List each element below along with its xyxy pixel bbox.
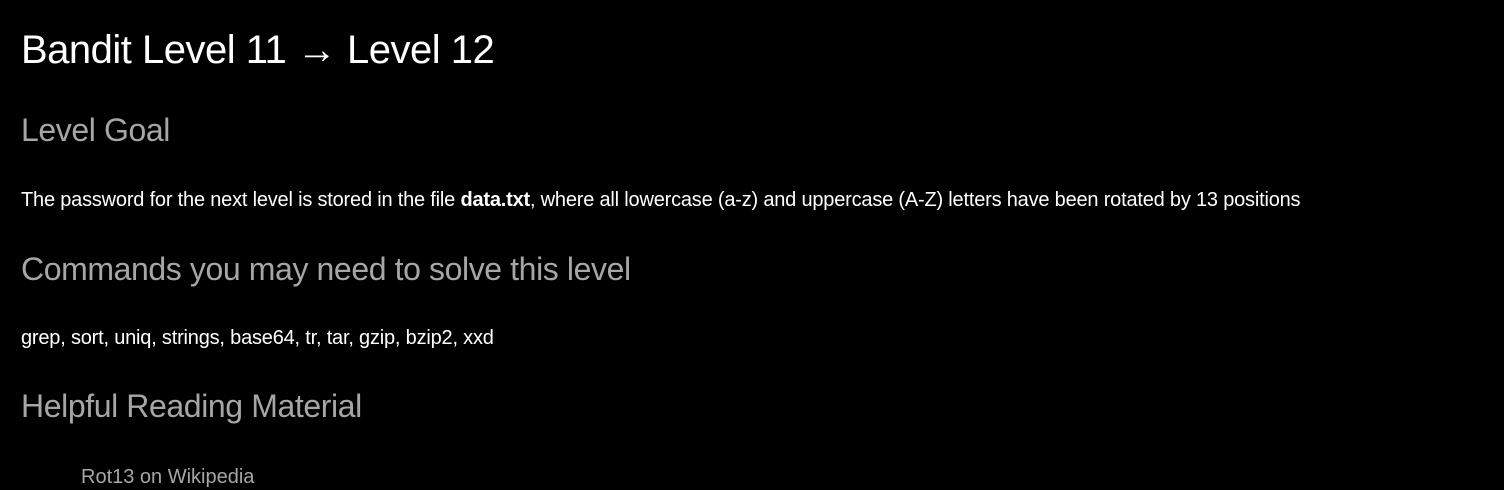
level-goal-heading: Level Goal xyxy=(21,112,170,148)
rot13-wikipedia-link[interactable]: Rot13 on Wikipedia xyxy=(81,466,254,488)
page: Bandit Level 11 → Level 12 Level Goal Th… xyxy=(0,0,1504,490)
level-goal-text: The password for the next level is store… xyxy=(21,187,1301,213)
list-item: Rot13 on Wikipedia xyxy=(81,464,254,490)
commands-heading: Commands you may need to solve this leve… xyxy=(21,251,631,287)
commands-list: grep, sort, uniq, strings, base64, tr, t… xyxy=(21,327,494,349)
level-goal-text-before: The password for the next level is store… xyxy=(21,189,461,211)
filename: data.txt xyxy=(460,189,530,211)
reading-material-list: Rot13 on Wikipedia xyxy=(81,464,254,490)
page-title: Bandit Level 11 → Level 12 xyxy=(21,28,495,72)
level-goal-text-after: , where all lowercase (a-z) and uppercas… xyxy=(529,189,1301,211)
reading-material-heading: Helpful Reading Material xyxy=(21,388,362,424)
